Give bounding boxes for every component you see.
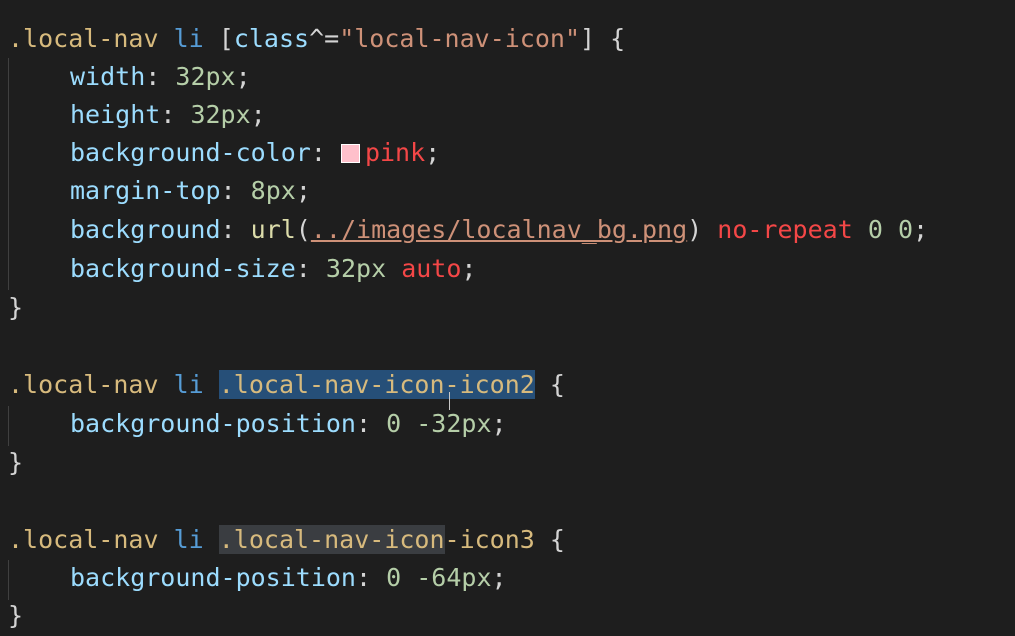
paren-open: (: [295, 215, 311, 244]
brace-close: }: [8, 293, 24, 322]
code-line-16[interactable]: }: [8, 597, 23, 635]
colon: :: [220, 176, 236, 205]
attr-bracket-close: ]: [580, 24, 596, 53]
number-value: 32: [325, 254, 357, 283]
semicolon: ;: [250, 100, 266, 129]
number-value: 0: [386, 409, 402, 438]
code-line-12[interactable]: }: [8, 444, 23, 482]
repeat-keyword: no-repeat: [717, 215, 853, 244]
code-line-3[interactable]: height: 32px;: [8, 96, 266, 134]
attr-value: "local-nav-icon": [339, 24, 581, 53]
code-line-14[interactable]: .local-nav li .local-nav-icon-icon3 {: [8, 521, 565, 559]
semicolon: ;: [235, 62, 251, 91]
brace-open: {: [549, 525, 565, 554]
semicolon: ;: [461, 254, 477, 283]
property-name: background: [70, 215, 221, 244]
number-value: -64: [416, 563, 462, 592]
color-swatch-icon[interactable]: [340, 144, 360, 163]
unit: px: [205, 62, 236, 91]
selector-part: -icon2: [444, 370, 535, 399]
number-value: 32: [175, 62, 206, 91]
code-line-7[interactable]: background-size: 32px auto;: [8, 250, 476, 288]
match-highlight: .local-nav-icon: [218, 525, 445, 554]
paren-close: ): [687, 215, 703, 244]
code-line-15[interactable]: background-position: 0 -64px;: [8, 559, 507, 597]
number-value: -32: [416, 409, 462, 438]
property-name: background-position: [70, 563, 356, 592]
unit: px: [461, 409, 492, 438]
code-line-6[interactable]: background: url(../images/localnav_bg.pn…: [8, 211, 928, 249]
unit: px: [220, 100, 251, 129]
selector-class: .local-nav: [8, 24, 159, 53]
code-line-4[interactable]: background-color: pink;: [8, 134, 440, 172]
property-name: width: [70, 62, 146, 91]
code-line-8[interactable]: }: [8, 289, 23, 327]
selector-part: -icon3: [444, 525, 535, 554]
code-line-1[interactable]: .local-nav li [class^="local-nav-icon"] …: [8, 20, 625, 58]
colon: :: [310, 138, 326, 167]
number-value: 0: [867, 215, 883, 244]
code-line-10[interactable]: .local-nav li .local-nav-icon-icon2 {: [8, 366, 565, 404]
brace-open: {: [610, 24, 626, 53]
code-line-5[interactable]: margin-top: 8px;: [8, 172, 311, 210]
selector-part: n: [429, 370, 445, 399]
unit: px: [356, 254, 387, 283]
property-name: margin-top: [70, 176, 221, 205]
selector-part: .local-nav-ico: [218, 370, 430, 399]
code-editor[interactable]: .local-nav li [class^="local-nav-icon"] …: [0, 0, 1015, 636]
code-line-2[interactable]: width: 32px;: [8, 58, 251, 96]
colon: :: [145, 62, 161, 91]
semicolon: ;: [491, 409, 507, 438]
colon: :: [220, 215, 236, 244]
url-link[interactable]: ../images/localnav_bg.png: [311, 215, 687, 244]
semicolon: ;: [913, 215, 929, 244]
selector-class: .local-nav: [8, 370, 159, 399]
property-name: height: [70, 100, 161, 129]
auto-keyword: auto: [401, 254, 462, 283]
attr-bracket-open: [: [218, 24, 234, 53]
selected-text[interactable]: .local-nav-icon-icon2: [218, 370, 535, 399]
url-function: url: [250, 215, 296, 244]
brace-close: }: [8, 601, 24, 630]
semicolon: ;: [425, 138, 441, 167]
selector-tag: li: [173, 525, 204, 554]
property-name: background-position: [70, 409, 356, 438]
colon: :: [355, 409, 372, 438]
property-name: background-size: [70, 254, 296, 283]
color-keyword: pink: [364, 138, 426, 167]
selector-class: .local-nav: [8, 525, 159, 554]
brace-close: }: [8, 448, 24, 477]
brace-open: {: [549, 370, 565, 399]
unit: px: [461, 563, 492, 592]
colon: :: [295, 254, 311, 283]
code-line-11[interactable]: background-position: 0 -32px;: [8, 405, 507, 443]
text-cursor-icon: [449, 392, 450, 410]
colon: :: [355, 563, 372, 592]
selector-tag: li: [173, 370, 204, 399]
number-value: 0: [386, 563, 402, 592]
attr-operator: ^=: [309, 24, 340, 53]
semicolon: ;: [491, 563, 507, 592]
number-value: 8: [250, 176, 266, 205]
number-value: 0: [897, 215, 913, 244]
attr-name: class: [233, 24, 310, 53]
semicolon: ;: [295, 176, 311, 205]
unit: px: [265, 176, 296, 205]
number-value: 32: [190, 100, 221, 129]
property-name: background-color: [70, 138, 311, 167]
colon: :: [160, 100, 176, 129]
selector-tag: li: [173, 24, 204, 53]
